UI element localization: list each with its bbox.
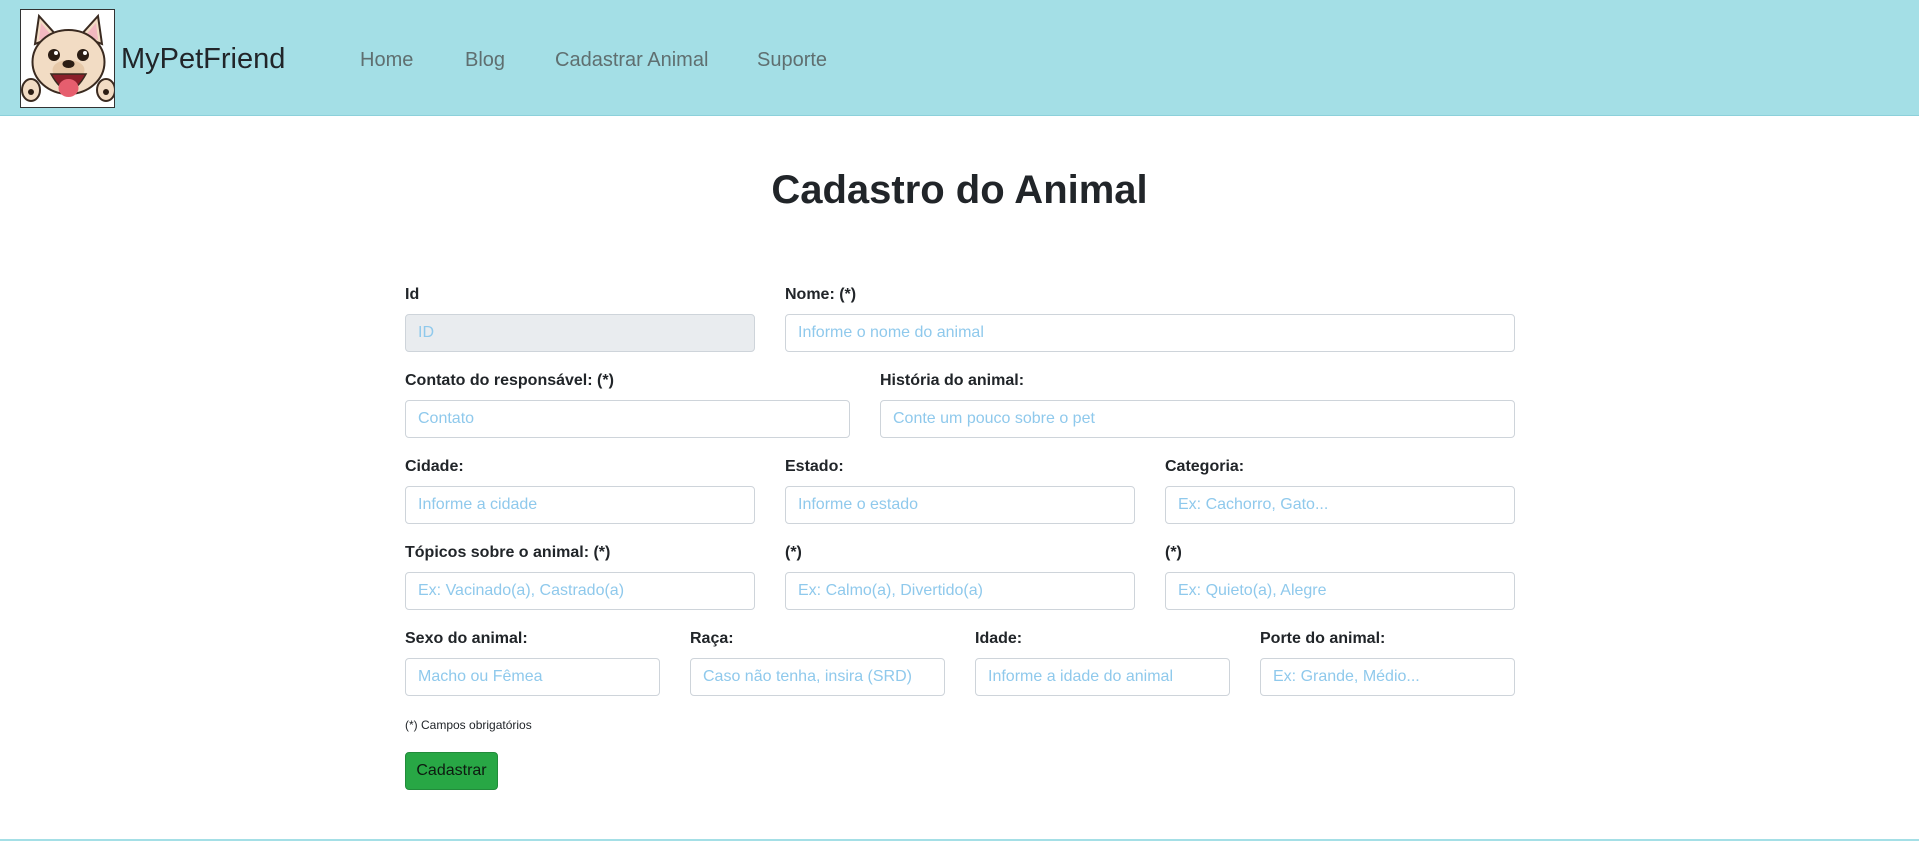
- porte-label: Porte do animal:: [1260, 630, 1386, 647]
- cidade-label: Cidade:: [405, 458, 464, 475]
- contato-field[interactable]: [405, 400, 850, 438]
- id-label: Id: [405, 286, 420, 303]
- topicos-label: Tópicos sobre o animal: (*): [405, 544, 611, 561]
- dog-logo-image[interactable]: [20, 9, 115, 108]
- idade-field[interactable]: [975, 658, 1230, 696]
- categoria-label: Categoria:: [1165, 458, 1245, 475]
- topico-1-field[interactable]: [405, 572, 755, 610]
- nav-link-blog[interactable]: Blog: [465, 48, 505, 72]
- raca-field[interactable]: [690, 658, 945, 696]
- topico-2-field[interactable]: [785, 572, 1135, 610]
- contato-label: Contato do responsável: (*): [405, 372, 614, 389]
- brand-link[interactable]: MyPetFriend: [121, 42, 285, 76]
- porte-field[interactable]: [1260, 658, 1515, 696]
- estado-field[interactable]: [785, 486, 1135, 524]
- nome-label: Nome: (*): [785, 286, 857, 303]
- sexo-field[interactable]: [405, 658, 660, 696]
- estado-label: Estado:: [785, 458, 844, 475]
- topico-3-field[interactable]: [1165, 572, 1515, 610]
- raca-label: Raça:: [690, 630, 734, 647]
- categoria-field[interactable]: [1165, 486, 1515, 524]
- required-fields-note: (*) Campos obrigatórios: [405, 718, 532, 732]
- navbar: MyPetFriend Home Blog Cadastrar Animal S…: [0, 0, 1919, 116]
- topico-3-label: (*): [1165, 544, 1182, 561]
- nav-link-suporte[interactable]: Suporte: [757, 48, 827, 72]
- nome-field[interactable]: [785, 314, 1515, 352]
- idade-label: Idade:: [975, 630, 1023, 647]
- cadastrar-button[interactable]: Cadastrar: [405, 752, 498, 790]
- id-field: [405, 314, 755, 352]
- nav-link-home[interactable]: Home: [360, 48, 413, 72]
- topico-2-label: (*): [785, 544, 802, 561]
- cidade-field[interactable]: [405, 486, 755, 524]
- historia-field[interactable]: [880, 400, 1515, 438]
- sexo-label: Sexo do animal:: [405, 630, 528, 647]
- page-title: Cadastro do Animal: [771, 168, 1148, 212]
- nav-link-cadastrar-animal[interactable]: Cadastrar Animal: [555, 48, 708, 72]
- historia-label: História do animal:: [880, 372, 1025, 389]
